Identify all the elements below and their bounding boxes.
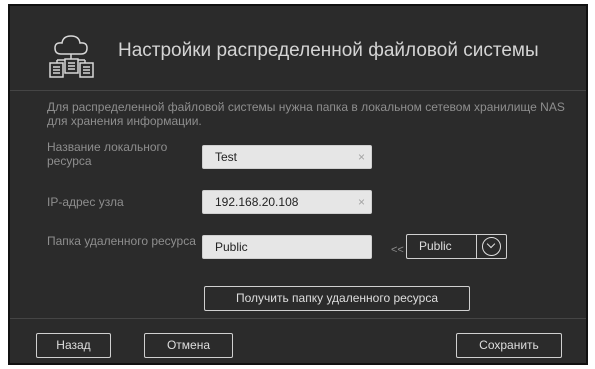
dfs-settings-dialog: Настройки распределенной файловой систем… xyxy=(8,4,588,365)
local-name-input[interactable]: Test × xyxy=(202,145,372,169)
save-button[interactable]: Сохранить xyxy=(456,333,562,358)
remote-folder-select[interactable]: Public xyxy=(406,234,507,259)
local-name-value: Test xyxy=(215,150,238,164)
remote-folder-value: Public xyxy=(215,240,248,254)
fetch-remote-folder-button[interactable]: Получить папку удаленного ресурса xyxy=(204,286,470,311)
close-icon[interactable]: × xyxy=(358,191,365,213)
remote-folder-input[interactable]: Public xyxy=(202,235,372,259)
back-button[interactable]: Назад xyxy=(36,333,111,358)
copy-arrow-indicator: << xyxy=(391,244,404,256)
ip-address-label: IP-адрес узла xyxy=(47,195,124,209)
cancel-button[interactable]: Отмена xyxy=(144,333,233,358)
ip-address-input[interactable]: 192.168.20.108 × xyxy=(202,190,372,214)
dialog-title: Настройки распределенной файловой систем… xyxy=(118,40,539,61)
remote-folder-label: Папка удаленного ресурса xyxy=(47,234,196,248)
close-icon[interactable]: × xyxy=(358,146,365,168)
local-name-label: Название локального ресурса xyxy=(47,140,168,168)
select-divider xyxy=(476,235,477,258)
dialog-header: Настройки распределенной файловой систем… xyxy=(10,6,586,91)
chevron-down-icon[interactable] xyxy=(482,237,501,256)
cloud-network-icon xyxy=(46,32,98,78)
remote-folder-select-value: Public xyxy=(419,239,452,253)
dialog-footer: Назад Отмена Сохранить xyxy=(10,318,586,364)
ip-address-value: 192.168.20.108 xyxy=(215,195,299,209)
dialog-description: Для распределенной файловой системы нужн… xyxy=(47,100,565,128)
